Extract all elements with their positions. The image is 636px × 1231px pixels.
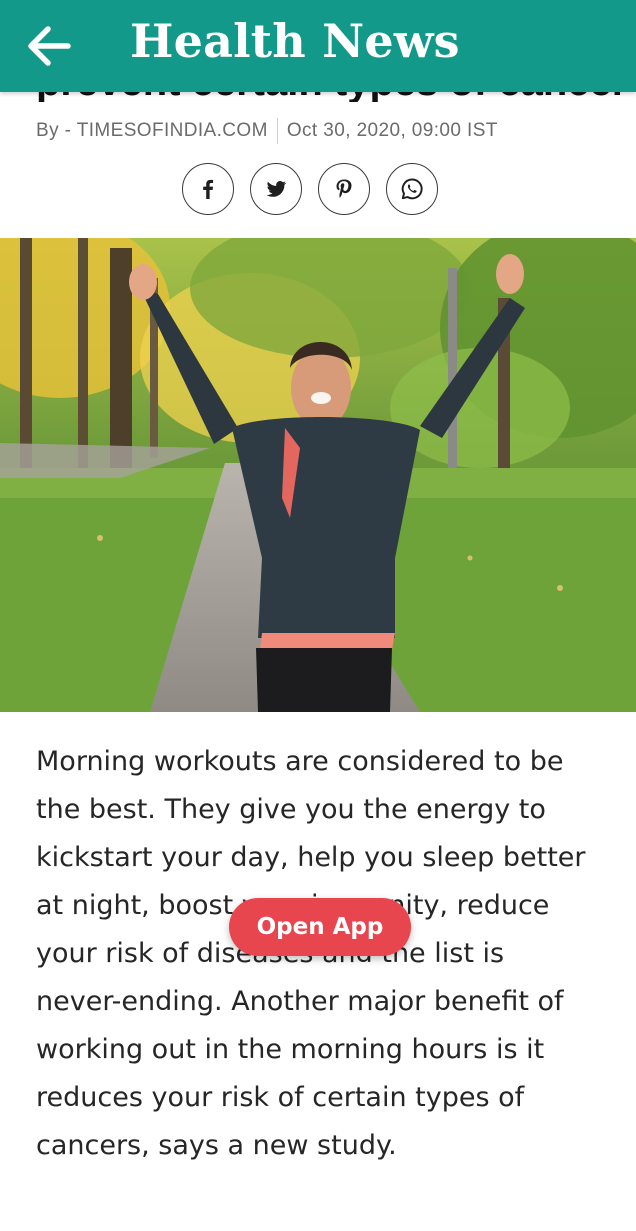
pinterest-share-button[interactable] <box>318 163 370 215</box>
app-bar: Health News <box>0 0 636 92</box>
facebook-share-button[interactable] <box>182 163 234 215</box>
byline: By - TIMESOFINDIA.COM Oct 30, 2020, 09:0… <box>36 118 498 144</box>
twitter-share-button[interactable] <box>250 163 302 215</box>
whatsapp-icon <box>401 178 423 200</box>
pinterest-icon <box>336 179 352 198</box>
open-app-button[interactable]: Open App <box>229 898 411 956</box>
back-button[interactable] <box>22 18 78 74</box>
twitter-icon <box>266 181 287 197</box>
whatsapp-share-button[interactable] <box>386 163 438 215</box>
byline-author: By - TIMESOFINDIA.COM <box>36 120 268 141</box>
article-hero-image <box>0 238 636 712</box>
arrow-left-icon <box>28 26 71 66</box>
byline-date: Oct 30, 2020, 09:00 IST <box>286 120 498 141</box>
app-title: Health News <box>130 14 460 68</box>
share-bar <box>182 163 454 215</box>
facebook-icon <box>203 179 214 199</box>
byline-divider <box>276 118 278 144</box>
